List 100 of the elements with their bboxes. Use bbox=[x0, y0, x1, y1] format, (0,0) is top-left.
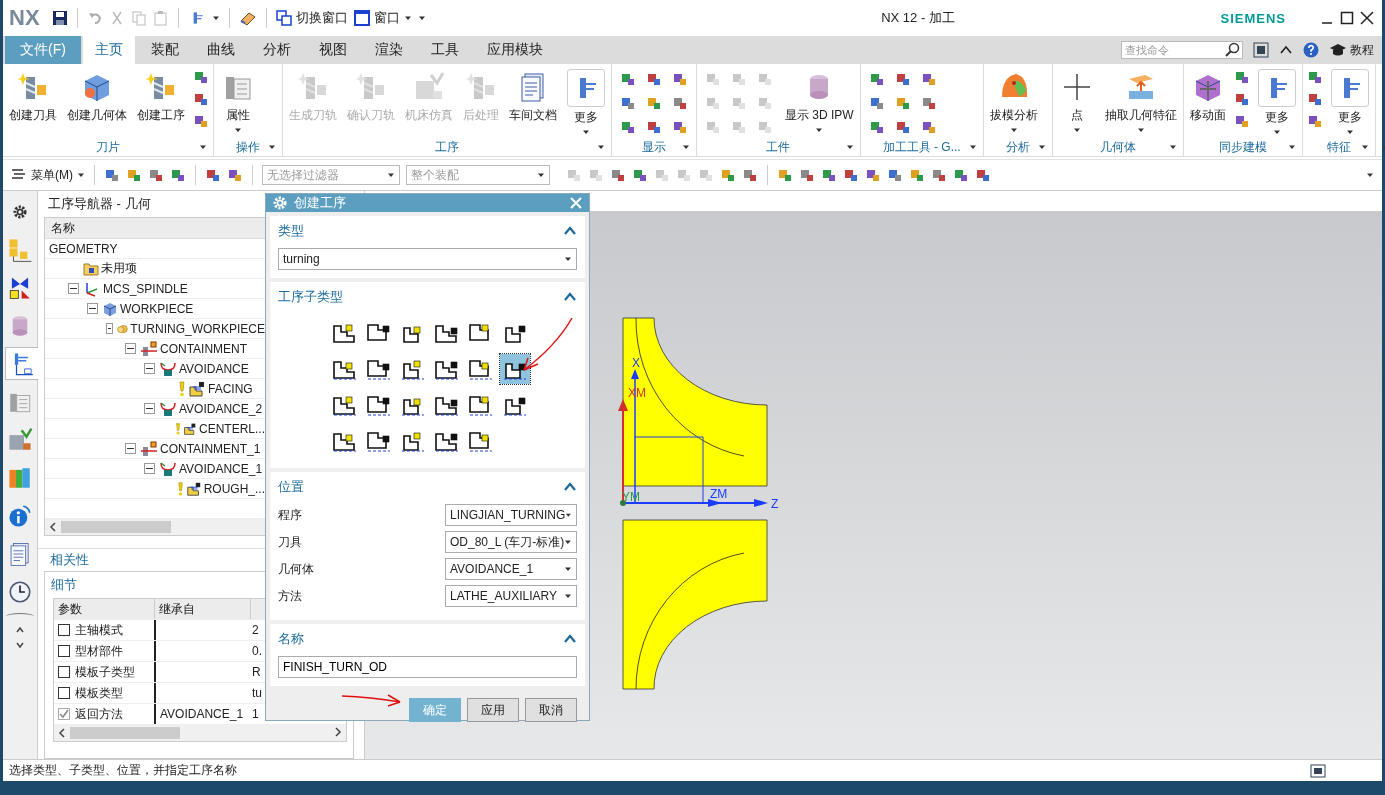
tree-item[interactable]: AVOIDANCE_2 bbox=[179, 401, 263, 416]
block-icon[interactable] bbox=[887, 167, 903, 183]
block-icon[interactable] bbox=[672, 71, 688, 87]
block-icon[interactable] bbox=[894, 71, 911, 87]
help-icon[interactable] bbox=[1303, 42, 1319, 58]
block-icon[interactable] bbox=[1306, 91, 1323, 107]
ribbon-button[interactable]: 创建几何体 bbox=[65, 67, 129, 126]
ribbon-button[interactable]: 创建刀具 bbox=[7, 67, 59, 126]
collapse-toggle[interactable] bbox=[68, 283, 79, 294]
ribbon-tab[interactable]: 工具 bbox=[419, 36, 471, 64]
ribbon-button[interactable]: 创建工序 bbox=[135, 67, 187, 126]
block-icon[interactable] bbox=[931, 167, 947, 183]
block-icon[interactable] bbox=[126, 167, 142, 183]
ribbon-button[interactable]: 更多 bbox=[1328, 67, 1371, 138]
block-icon[interactable] bbox=[920, 95, 937, 111]
block-icon[interactable] bbox=[868, 119, 885, 135]
block-icon[interactable] bbox=[672, 95, 688, 111]
scroll-left-icon[interactable] bbox=[58, 728, 66, 738]
checkbox[interactable] bbox=[58, 687, 70, 699]
tree-item[interactable]: ROUGH_... bbox=[203, 481, 265, 496]
block-icon[interactable] bbox=[1233, 91, 1250, 107]
tree-item[interactable]: TURNING_WORKPIECE bbox=[130, 321, 265, 336]
scroll-down-icon[interactable] bbox=[16, 640, 24, 650]
block-icon[interactable] bbox=[672, 119, 688, 135]
block-icon[interactable] bbox=[620, 95, 636, 111]
block-icon[interactable] bbox=[720, 167, 736, 183]
fullscreen-icon[interactable] bbox=[1310, 763, 1326, 778]
ribbon-tab[interactable]: 渲染 bbox=[363, 36, 415, 64]
block-icon[interactable] bbox=[975, 167, 991, 183]
collapse-toggle[interactable] bbox=[125, 443, 136, 454]
type-dropdown[interactable]: turning bbox=[278, 248, 577, 270]
ribbon-tab[interactable]: 主页 bbox=[83, 36, 135, 64]
search-field[interactable]: 查找命令 bbox=[1121, 41, 1243, 59]
fullscreen-icon[interactable] bbox=[1253, 42, 1269, 58]
block-icon[interactable] bbox=[646, 95, 662, 111]
block-icon[interactable] bbox=[920, 119, 937, 135]
select-field[interactable]: LINGJIAN_TURNING bbox=[445, 504, 577, 526]
tree-item[interactable]: FACING bbox=[208, 381, 253, 396]
collapse-icon[interactable] bbox=[563, 226, 577, 236]
scroll-up-icon[interactable] bbox=[16, 625, 24, 635]
ribbon-button[interactable]: 属性 bbox=[218, 67, 258, 136]
collapse-toggle[interactable] bbox=[87, 303, 98, 314]
block-icon[interactable] bbox=[646, 71, 662, 87]
block-icon[interactable] bbox=[894, 95, 911, 111]
maximize-icon[interactable] bbox=[1340, 11, 1354, 25]
ribbon-button[interactable]: 更多 bbox=[1255, 67, 1298, 138]
checkbox[interactable] bbox=[58, 645, 70, 657]
ribbon-tab[interactable]: 装配 bbox=[139, 36, 191, 64]
ribbon-tab[interactable]: 分析 bbox=[251, 36, 303, 64]
block-icon[interactable] bbox=[1306, 113, 1323, 129]
resource-tab[interactable] bbox=[5, 347, 39, 380]
column-header[interactable]: 参数 bbox=[54, 599, 154, 619]
tree-item[interactable]: 未用项 bbox=[101, 260, 137, 277]
dialog-button[interactable]: 应用 bbox=[467, 698, 519, 722]
block-icon[interactable] bbox=[777, 167, 793, 183]
block-icon[interactable] bbox=[193, 91, 209, 107]
tree-item[interactable]: AVOIDANCE_1 bbox=[179, 461, 263, 476]
collapse-icon[interactable] bbox=[563, 482, 577, 492]
ribbon-button[interactable]: 显示 3D IPW bbox=[783, 67, 856, 136]
ribbon-tab[interactable]: 视图 bbox=[307, 36, 359, 64]
block-icon[interactable] bbox=[1306, 69, 1323, 85]
collapse-icon[interactable] bbox=[563, 634, 577, 644]
collapse-toggle[interactable] bbox=[125, 343, 136, 354]
block-icon[interactable] bbox=[646, 119, 662, 135]
checkbox[interactable] bbox=[58, 624, 70, 636]
column-header[interactable]: 名称 bbox=[45, 218, 265, 239]
close-icon[interactable] bbox=[1360, 11, 1374, 25]
block-icon[interactable] bbox=[821, 167, 837, 183]
tree-item[interactable]: GEOMETRY bbox=[49, 241, 118, 256]
block-icon[interactable] bbox=[193, 113, 209, 129]
tutorial-button[interactable]: 教程 bbox=[1329, 36, 1374, 64]
ribbon-tab[interactable]: 应用模块 bbox=[475, 36, 555, 64]
select-field[interactable]: AVOIDANCE_1 bbox=[445, 558, 577, 580]
search-icon[interactable] bbox=[1224, 42, 1240, 58]
switch-window-button[interactable]: 切换窗口 bbox=[275, 9, 348, 27]
block-icon[interactable] bbox=[205, 167, 221, 183]
block-icon[interactable] bbox=[632, 167, 648, 183]
checkbox[interactable] bbox=[58, 708, 70, 720]
block-icon[interactable] bbox=[1233, 69, 1250, 85]
block-icon[interactable] bbox=[104, 167, 120, 183]
save-icon[interactable] bbox=[51, 10, 68, 26]
ribbon-button[interactable]: 抽取几何特征 bbox=[1102, 67, 1179, 136]
scroll-right-icon[interactable] bbox=[334, 727, 342, 737]
block-icon[interactable] bbox=[148, 167, 164, 183]
customize-icon[interactable] bbox=[417, 14, 426, 22]
scrollbar[interactable] bbox=[45, 519, 265, 535]
collapse-toggle[interactable] bbox=[106, 323, 114, 334]
select-field[interactable]: LATHE_AUXILIARY bbox=[445, 585, 577, 607]
name-field[interactable]: FINISH_TURN_OD bbox=[278, 656, 577, 678]
block-icon[interactable] bbox=[610, 167, 626, 183]
block-icon[interactable] bbox=[193, 69, 209, 85]
select-field[interactable]: OD_80_L (车刀-标准) bbox=[445, 531, 577, 553]
ribbon-button[interactable]: 拔模分析 bbox=[987, 67, 1040, 136]
ribbon-button[interactable]: 车间文档 bbox=[507, 67, 559, 126]
block-icon[interactable] bbox=[868, 95, 885, 111]
menu-button[interactable]: 菜单(M) bbox=[11, 166, 85, 184]
ribbon-button[interactable]: 移动面 bbox=[1187, 67, 1228, 126]
collapse-toggle[interactable] bbox=[144, 363, 155, 374]
block-icon[interactable] bbox=[227, 167, 243, 183]
block-icon[interactable] bbox=[799, 167, 815, 183]
